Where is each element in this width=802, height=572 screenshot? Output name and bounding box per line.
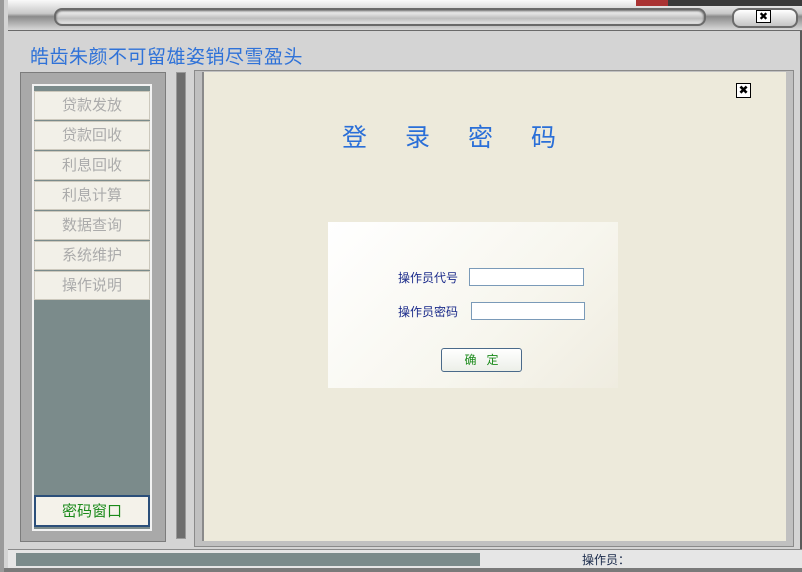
title-bar[interactable]: ✖ <box>8 0 802 31</box>
sidebar-item-loan-recovery[interactable]: 贷款回收 <box>34 121 150 150</box>
sidebar-item-instructions[interactable]: 操作说明 <box>34 271 150 300</box>
sidebar-item-interest-recovery[interactable]: 利息回收 <box>34 151 150 180</box>
sidebar-item-system-maintenance[interactable]: 系统维护 <box>34 241 150 270</box>
title-pill <box>54 8 706 26</box>
title-accent <box>636 0 802 6</box>
banner-text: 皓齿朱颜不可留雄姿销尽雪盈头 <box>30 46 304 68</box>
operator-id-input[interactable] <box>469 268 584 286</box>
sidebar-item-interest-calculation[interactable]: 利息计算 <box>34 181 150 210</box>
password-window-button[interactable]: 密码窗口 <box>34 495 150 527</box>
app-window: ✖ 皓齿朱颜不可留雄姿销尽雪盈头 贷款发放 贷款回收 利息回收 利息计算 数据查… <box>0 0 802 572</box>
window-close-icon[interactable]: ✖ <box>756 10 771 23</box>
confirm-button[interactable]: 确定 <box>441 348 522 372</box>
login-title: 登录密码 <box>342 123 595 152</box>
status-progress <box>16 553 480 566</box>
sidebar-item-data-query[interactable]: 数据查询 <box>34 211 150 240</box>
status-operator-label: 操作员： <box>582 553 631 567</box>
sidebar-item-loan-issue[interactable]: 贷款发放 <box>34 91 150 120</box>
splitter-bar[interactable] <box>176 72 186 539</box>
window-bottom-edge <box>4 568 802 572</box>
operator-password-input[interactable] <box>471 302 585 320</box>
operator-password-label: 操作员密码 <box>398 305 459 319</box>
content-close-icon[interactable]: ✖ <box>736 83 751 98</box>
operator-id-label: 操作员代号 <box>398 271 459 285</box>
